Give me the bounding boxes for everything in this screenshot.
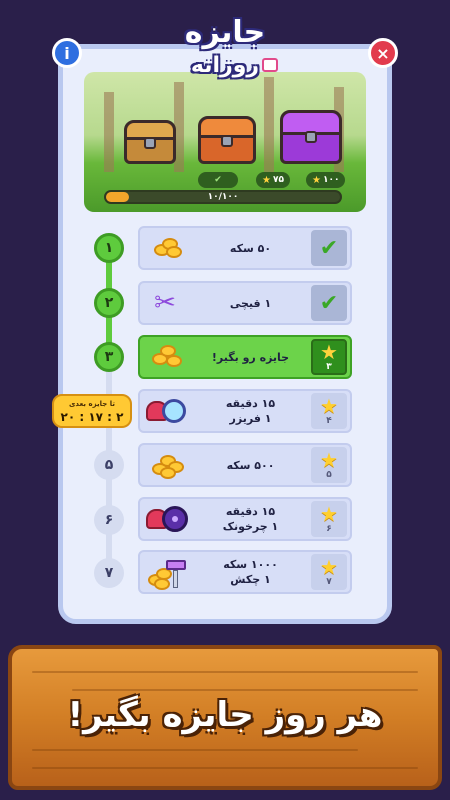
reward-label: ۱۵ دقیقه ۱ فریزر: [190, 396, 311, 426]
close-button[interactable]: ×: [368, 38, 398, 68]
info-button[interactable]: i: [52, 38, 82, 68]
coins-hammer-icon: [140, 552, 190, 592]
check-icon: ✔: [319, 235, 339, 261]
star-icon: ★: [312, 174, 321, 186]
reward-row-day-6: ۱۵ دقیقه ۱ چرخونک ★ ۶: [138, 497, 352, 541]
promo-banner: هر روز جایزه بگیر!: [8, 645, 442, 790]
next-reward-timer: تا جایزه بعدی ۲۰ : ۱۷ : ۲: [52, 394, 132, 428]
claimed-check: ✔: [311, 285, 347, 321]
day-number: ۱: [104, 240, 114, 256]
reward-label: ۱ قیچی: [229, 296, 272, 310]
day-number: ۲: [104, 295, 114, 311]
scissors-icon: ✂: [154, 288, 176, 318]
day-node-5: ۵: [94, 450, 124, 480]
reward-label-line-1: ۱۰۰۰ سکه: [223, 558, 278, 571]
claim-star-box[interactable]: ★ ۳: [311, 339, 347, 375]
day-node-3: ۳: [94, 342, 124, 372]
reward-row-day-7: ۱۰۰۰ سکه ۱ چکش ★ ۷: [138, 550, 352, 594]
banner-text: هر روز جایزه بگیر!: [67, 695, 383, 735]
reward-label-line-2: ۱ چرخونک: [222, 520, 279, 533]
star-count: ۷: [326, 577, 332, 587]
day-number: ۷: [104, 565, 114, 581]
chest-large[interactable]: [280, 110, 342, 164]
locked-star-box: ★ ۵: [311, 447, 347, 483]
claim-reward-label: جایزه رو بگیر!: [211, 350, 290, 364]
chest-medium-stars: ۷۵: [272, 175, 284, 185]
reward-row-day-3[interactable]: جایزه رو بگیر! ★ ۳: [138, 335, 352, 379]
reward-row-day-1: ۵۰ سکه ✔: [138, 226, 352, 270]
reward-label-line-1: ۱۵ دقیقه: [225, 397, 276, 410]
day-number: ۳: [104, 349, 114, 365]
star-icon: ★: [320, 340, 338, 364]
timer-value: ۲۰ : ۱۷ : ۲: [60, 410, 124, 424]
chest-small[interactable]: [124, 120, 176, 164]
chest-medium[interactable]: [198, 116, 256, 164]
coins-icon: [140, 228, 190, 268]
star-icon: ★: [320, 448, 338, 472]
star-icon: ★: [320, 394, 338, 418]
day-node-1: ۱: [94, 233, 124, 263]
day-number: ۶: [104, 512, 114, 528]
locked-star-box: ★ ۶: [311, 501, 347, 537]
star-count: ۴: [326, 416, 332, 426]
progress-text: ۱۰/۱۰۰: [207, 192, 239, 202]
star-count: ۵: [326, 470, 332, 480]
reward-row-day-4: ۱۵ دقیقه ۱ فریزر ★ ۴: [138, 389, 352, 433]
locked-star-box: ★ ۷: [311, 554, 347, 590]
reward-label-line-2: ۱ فریزر: [229, 412, 272, 425]
chest-large-stars: ۱۰۰: [322, 175, 340, 185]
reward-label: ۱۵ دقیقه ۱ چرخونک: [190, 504, 311, 534]
reward-label: ۵۰۰ سکه: [226, 458, 275, 472]
reward-label: ۵۰ سکه: [229, 241, 272, 255]
check-icon: ✔: [214, 175, 222, 185]
day-node-6: ۶: [94, 505, 124, 535]
locked-star-box: ★ ۴: [311, 393, 347, 429]
heart-spinner-icon: [140, 499, 190, 539]
reward-row-day-2: ✂ ۱ قیچی ✔: [138, 281, 352, 325]
day-node-7: ۷: [94, 558, 124, 588]
calendar-icon: [262, 58, 278, 72]
chest-small-badge: ✔: [198, 172, 238, 188]
page-title: جایزه روزانه: [170, 14, 280, 96]
star-icon: ★: [320, 555, 338, 579]
check-icon: ✔: [319, 290, 339, 316]
day-number: ۵: [104, 457, 114, 473]
chest-medium-badge: ★ ۷۵: [256, 172, 290, 188]
chest-large-badge: ★ ۱۰۰: [306, 172, 346, 188]
coins-icon: [140, 445, 190, 485]
timer-caption: تا جایزه بعدی: [69, 400, 115, 408]
reward-label: ۱۰۰۰ سکه ۱ چکش: [190, 557, 311, 587]
coins-icon: [140, 337, 190, 377]
heart-clock-icon: [140, 391, 190, 431]
reward-label-line-1: ۱۵ دقیقه: [225, 505, 276, 518]
star-icon: ★: [320, 502, 338, 526]
star-count: ۳: [326, 362, 332, 372]
star-progress-bar: ۱۰/۱۰۰: [104, 190, 342, 204]
day-node-2: ۲: [94, 288, 124, 318]
star-count: ۶: [326, 524, 332, 534]
title-line-1: جایزه: [184, 15, 266, 50]
tree-trunk: [104, 92, 114, 172]
claimed-check: ✔: [311, 230, 347, 266]
info-icon: i: [64, 43, 70, 63]
reward-row-day-5: ۵۰۰ سکه ★ ۵: [138, 443, 352, 487]
star-icon: ★: [262, 174, 271, 186]
close-icon: ×: [376, 43, 390, 63]
reward-label-line-2: ۱ چکش: [230, 573, 271, 586]
